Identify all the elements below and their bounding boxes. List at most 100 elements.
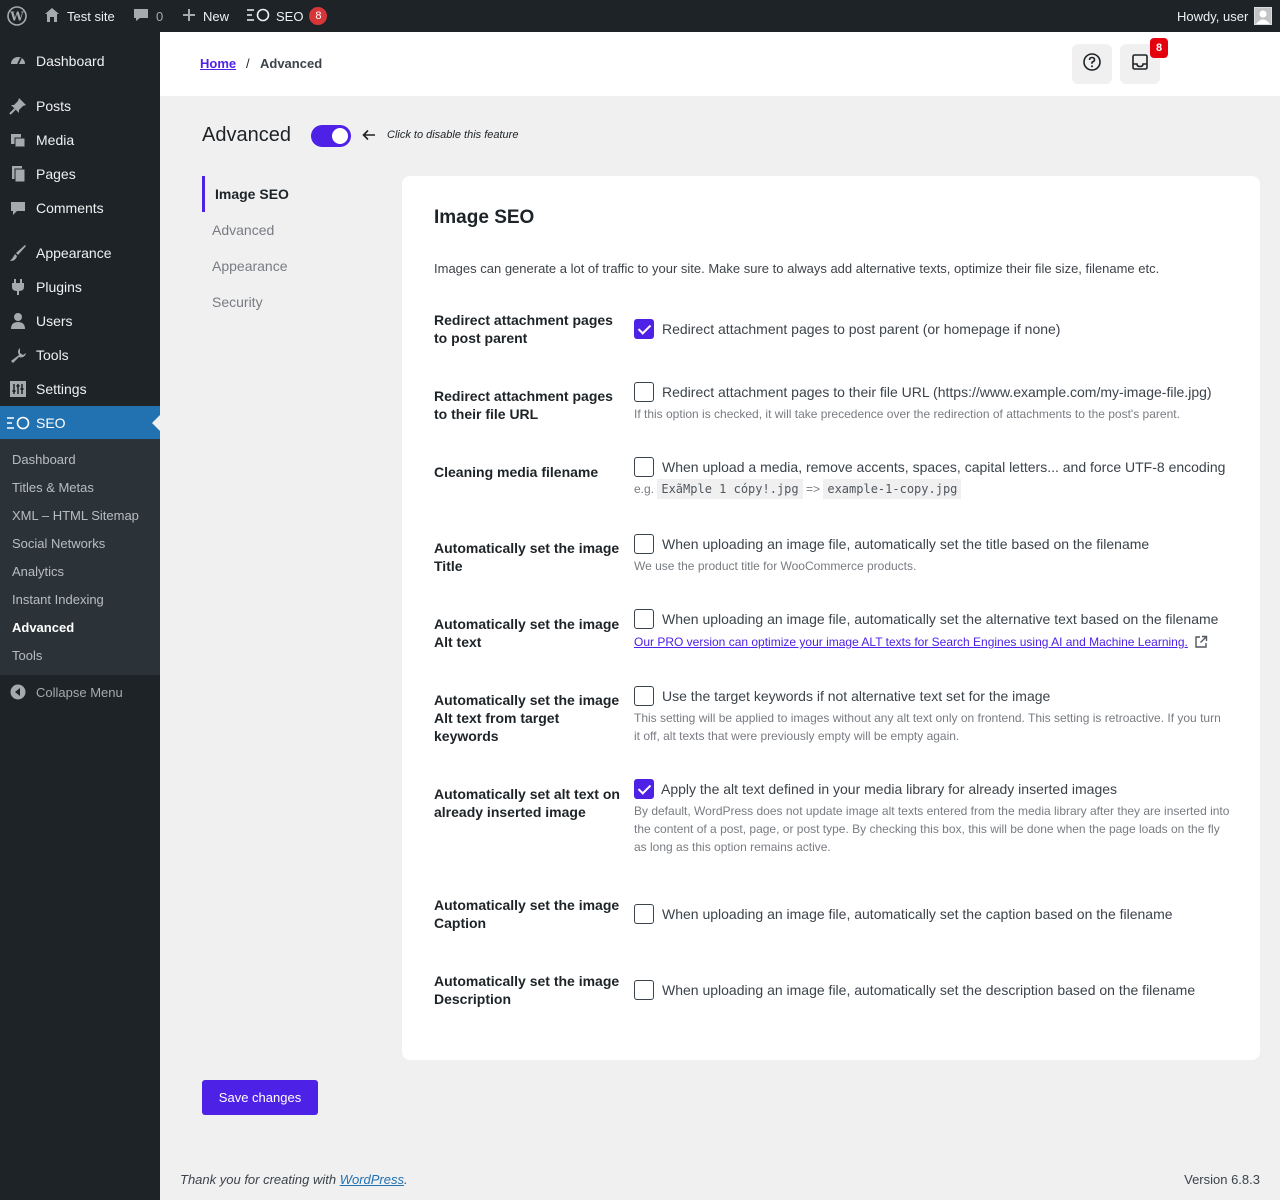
seo-icon (0, 416, 36, 430)
feature-toggle[interactable] (311, 125, 351, 147)
setting-label: Automatically set the image Caption (434, 897, 620, 931)
save-changes-button[interactable]: Save changes (202, 1080, 318, 1115)
setting-label: Redirect attachment pages to their file … (434, 388, 613, 422)
sidebar-item-users[interactable]: Users (0, 304, 160, 338)
my-account-link[interactable]: Howdy, user (1177, 0, 1273, 32)
external-link-icon (1194, 635, 1208, 654)
setting-label: Automatically set the image Alt text (434, 616, 620, 650)
help-button[interactable] (1072, 44, 1112, 84)
option-label: When uploading an image file, automatica… (662, 536, 1150, 552)
sidebar-item-settings[interactable]: Settings (0, 372, 160, 406)
sidebar-item-plugins[interactable]: Plugins (0, 270, 160, 304)
sidebar-item-dashboard[interactable]: Dashboard (0, 44, 160, 78)
sidebar-item-appearance[interactable]: Appearance (0, 236, 160, 270)
option-label: Apply the alt text defined in your media… (661, 781, 1118, 797)
active-tab-indicator (202, 176, 205, 212)
help-text: We use the product title for WooCommerce… (634, 559, 917, 573)
wordpress-link[interactable]: WordPress (340, 1172, 404, 1187)
sidebar-item-tools[interactable]: Tools (0, 338, 160, 372)
section-description: Images can generate a lot of traffic to … (434, 261, 1160, 276)
tab-security[interactable]: Security (212, 294, 263, 310)
arrow-left-icon (361, 127, 377, 148)
setting-label: Cleaning media filename (434, 464, 599, 480)
sidebar-item-label: Dashboard (36, 53, 105, 69)
help-text: This setting will be applied to images w… (634, 711, 1221, 743)
sidebar-item-label: Tools (36, 347, 69, 363)
clean-filename-checkbox[interactable] (634, 457, 654, 477)
sidebar-item-comments[interactable]: Comments (0, 191, 160, 225)
toggle-hint: Click to disable this feature (387, 129, 519, 141)
avatar (1254, 7, 1273, 25)
help-text: By default, WordPress does not update im… (634, 804, 1230, 854)
footer-thanks-prefix: Thank you for creating with (180, 1172, 337, 1187)
sidebar-item-label: SEO (36, 415, 66, 431)
submenu-item-analytics[interactable]: Analytics (12, 564, 64, 579)
sidebar-item-label: Media (36, 132, 75, 148)
option-label: When uploading an image file, automatica… (662, 906, 1173, 922)
collapse-menu-button[interactable]: Collapse Menu (0, 682, 160, 702)
sidebar-item-seo[interactable]: SEO (0, 406, 160, 440)
option-label: Redirect attachment pages to their file … (662, 384, 1212, 400)
image-caption-checkbox[interactable] (634, 904, 654, 924)
image-description-checkbox[interactable] (634, 980, 654, 1000)
submenu-item-titles-metas[interactable]: Titles & Metas (12, 480, 94, 495)
footer-version: Version 6.8.3 (1184, 1172, 1260, 1187)
site-name-link[interactable]: Test site (43, 0, 115, 32)
submenu-item-sitemap[interactable]: XML – HTML Sitemap (12, 508, 139, 523)
seo-adminbar-link[interactable]: SEO 8 (246, 0, 328, 32)
redirect-file-url-checkbox[interactable] (634, 382, 654, 402)
pro-version-link[interactable]: Our PRO version can optimize your image … (634, 635, 1188, 649)
seo-topbar: Home / Advanced 8 (160, 32, 1280, 96)
sidebar-item-pages[interactable]: Pages (0, 157, 160, 191)
notifications-badge: 8 (1150, 38, 1168, 58)
brush-icon (0, 244, 36, 262)
image-title-checkbox[interactable] (634, 534, 654, 554)
setting-label: Redirect attachment pages to post parent (434, 312, 613, 346)
example-arrow: => (805, 482, 820, 496)
collapse-icon (0, 684, 36, 700)
comments-link[interactable]: 0 (132, 0, 163, 32)
tab-image-seo[interactable]: Image SEO (215, 186, 289, 202)
example-before: ExãMple 1 cópy!.jpg (657, 479, 803, 499)
pages-icon (0, 165, 36, 183)
sidebar-item-label: Settings (36, 381, 87, 397)
wordpress-logo-icon[interactable]: W (7, 0, 27, 32)
admin-bar: W Test site 0 New SEO 8 Howdy, user (0, 0, 1280, 32)
new-content-link[interactable]: New (181, 0, 229, 32)
sidebar-item-label: Plugins (36, 279, 82, 295)
image-alt-checkbox[interactable] (634, 609, 654, 629)
inbox-icon (1131, 53, 1149, 76)
tab-appearance[interactable]: Appearance (212, 258, 288, 274)
footer-thanks: Thank you for creating with WordPress. (180, 1172, 408, 1187)
page-title: Advanced (202, 124, 291, 146)
submenu-item-instant-indexing[interactable]: Instant Indexing (12, 592, 104, 607)
option-label: When upload a media, remove accents, spa… (662, 459, 1226, 475)
comment-icon (0, 199, 36, 217)
alt-from-keywords-checkbox[interactable] (634, 686, 654, 706)
breadcrumb-separator: / (246, 56, 250, 71)
sidebar-item-label: Users (36, 313, 73, 329)
sidebar-item-label: Posts (36, 98, 72, 114)
breadcrumb-home-link[interactable]: Home (200, 56, 236, 71)
submenu-item-advanced[interactable]: Advanced (12, 620, 74, 635)
submenu-item-social-networks[interactable]: Social Networks (12, 536, 105, 551)
breadcrumb-current: Advanced (260, 56, 323, 71)
plugin-icon (0, 278, 36, 296)
redirect-parent-checkbox[interactable] (634, 319, 654, 339)
tab-advanced[interactable]: Advanced (212, 222, 274, 238)
current-menu-arrow (152, 415, 160, 431)
sidebar-item-media[interactable]: Media (0, 123, 160, 157)
sidebar-item-posts[interactable]: Posts (0, 89, 160, 123)
dashboard-icon (0, 52, 36, 70)
submenu-item-tools[interactable]: Tools (12, 648, 42, 663)
plus-icon (181, 7, 197, 26)
inserted-alt-checkbox[interactable] (634, 779, 654, 799)
submenu-item-dashboard[interactable]: Dashboard (12, 452, 76, 467)
comment-icon (132, 6, 150, 27)
seo-notification-badge: 8 (309, 7, 328, 25)
setting-label: Automatically set the image Title (434, 540, 620, 574)
help-icon (1082, 52, 1102, 77)
svg-text:W: W (9, 10, 24, 24)
new-label: New (203, 8, 230, 24)
home-icon (43, 6, 61, 27)
